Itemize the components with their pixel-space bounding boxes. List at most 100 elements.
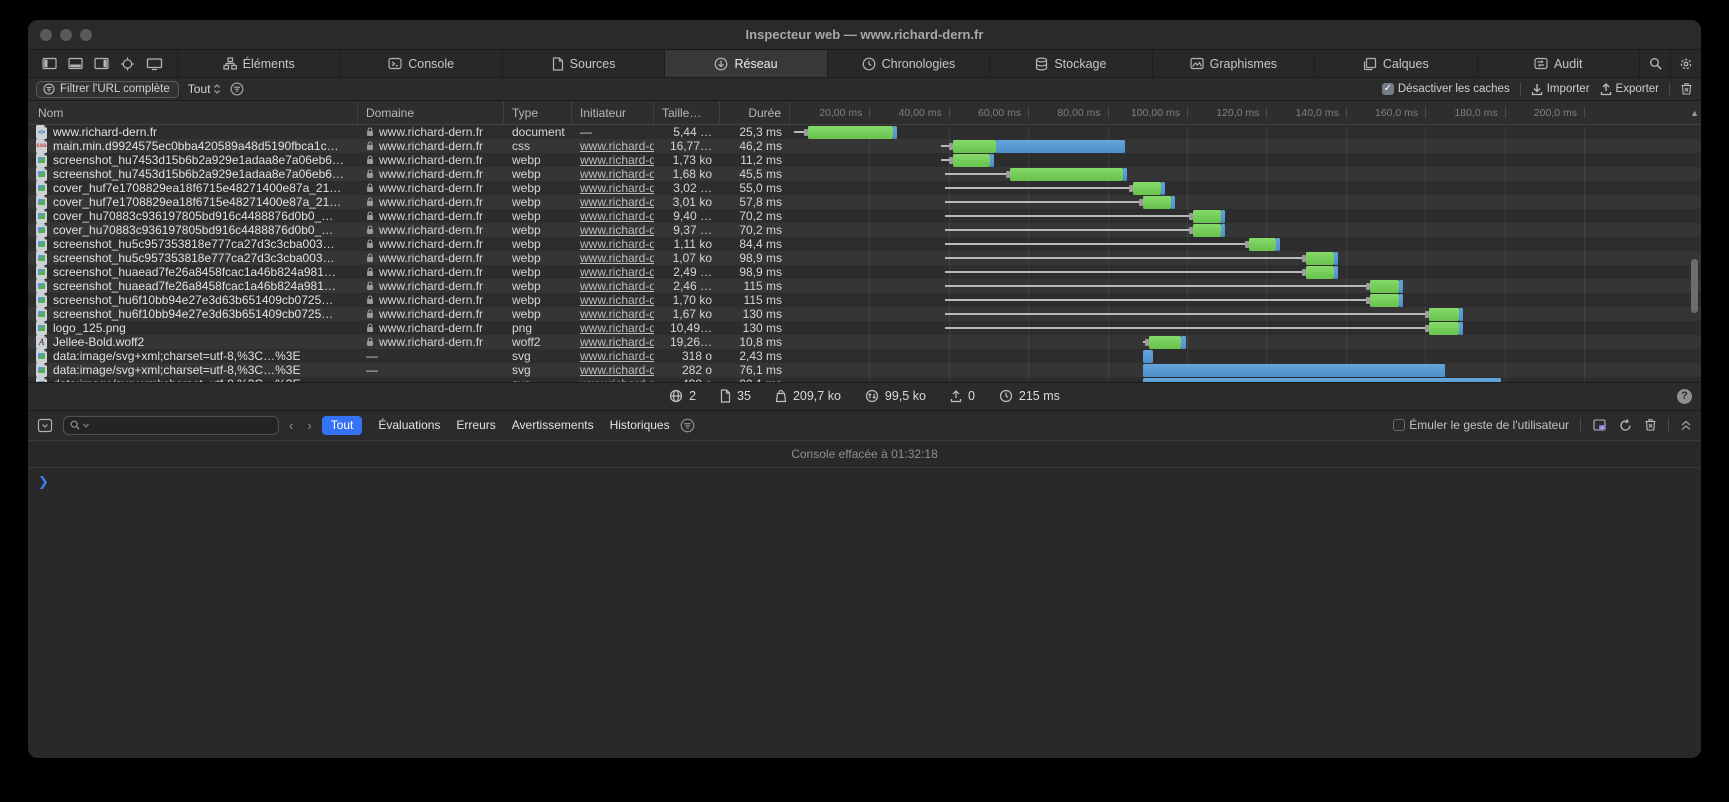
element-picker-icon[interactable]	[120, 57, 135, 71]
waterfall-response-segment[interactable]	[953, 154, 991, 167]
waterfall-download-segment[interactable]	[1334, 252, 1338, 265]
dock-right-icon[interactable]	[94, 57, 109, 70]
help-icon[interactable]: ?	[1677, 389, 1692, 404]
console-filter-avertissements[interactable]: Avertissements	[512, 418, 594, 432]
network-request-row[interactable]: data:image/svg+xml;charset=utf-8,%3C…%3E…	[28, 363, 1701, 377]
waterfall-response-segment[interactable]	[1429, 308, 1459, 321]
network-request-row[interactable]: screenshot_hu5c957353818e777ca27d3c3cba0…	[28, 251, 1701, 265]
tab-chronologies[interactable]: Chronologies	[827, 50, 989, 77]
network-request-row[interactable]: screenshot_huaead7fe26a8458fcac1a46b824a…	[28, 279, 1701, 293]
waterfall-download-segment[interactable]	[1143, 364, 1445, 377]
network-request-row[interactable]: screenshot_huaead7fe26a8458fcac1a46b824a…	[28, 265, 1701, 279]
tab-calques[interactable]: Calques	[1314, 50, 1476, 77]
tab-console[interactable]: Console	[339, 50, 501, 77]
console-filter-tout[interactable]: Tout	[322, 416, 363, 435]
network-request-row[interactable]: <>www.richard-dern.frwww.richard-dern.fr…	[28, 125, 1701, 139]
waterfall-download-segment[interactable]	[1276, 238, 1280, 251]
disable-caches-checkbox[interactable]: ✓ Désactiver les caches	[1382, 83, 1510, 95]
waterfall-download-segment[interactable]	[1161, 182, 1165, 195]
tab-audit[interactable]: Audit	[1477, 50, 1639, 77]
waterfall-download-segment[interactable]	[1221, 224, 1225, 237]
emulate-user-gesture-checkbox[interactable]: Émuler le geste de l'utilisateur	[1393, 418, 1569, 432]
initiator-link[interactable]: www.richard-d…	[580, 195, 654, 209]
tab-elements[interactable]: Éléments	[177, 50, 339, 77]
waterfall-download-segment[interactable]	[1181, 336, 1186, 349]
waterfall-waiting-segment[interactable]	[945, 243, 1249, 245]
initiator-link[interactable]: www.richard-d…	[580, 321, 654, 335]
console-collapse-icon[interactable]	[37, 418, 53, 433]
network-request-row[interactable]: AJellee-Bold.woff2www.richard-dern.frwof…	[28, 335, 1701, 349]
waterfall-download-segment[interactable]	[1221, 210, 1225, 223]
column-header-initiateur[interactable]: Initiateur	[572, 101, 654, 124]
network-request-row[interactable]: data:image/svg+xml;charset=utf-8,%3C…%3E…	[28, 349, 1701, 363]
initiator-link[interactable]: www.richard-d…	[580, 139, 654, 153]
waterfall-waiting-segment[interactable]	[945, 187, 1134, 189]
column-header-duree[interactable]: Durée	[720, 101, 790, 124]
network-request-row[interactable]: logo_125.pngwww.richard-dern.frpngwww.ri…	[28, 321, 1701, 335]
console-prompt-row[interactable]: ❯	[28, 468, 1701, 759]
console-filter-erreurs[interactable]: Erreurs	[456, 418, 495, 432]
waterfall-download-segment[interactable]	[1143, 350, 1153, 363]
tab-sources[interactable]: Sources	[502, 50, 664, 77]
waterfall-download-segment[interactable]	[1399, 280, 1403, 293]
waterfall-response-segment[interactable]	[1370, 280, 1400, 293]
waterfall-download-segment[interactable]	[1123, 168, 1127, 181]
network-request-row[interactable]: cover_huf7e1708829ea18f6715e48271400e87a…	[28, 195, 1701, 209]
waterfall-download-segment[interactable]	[1171, 196, 1175, 209]
waterfall-response-segment[interactable]	[1133, 182, 1161, 195]
export-button[interactable]: Exporter	[1600, 83, 1659, 96]
waterfall-waiting-segment[interactable]	[945, 229, 1193, 231]
tab-graphismes[interactable]: Graphismes	[1152, 50, 1314, 77]
waterfall-download-segment[interactable]	[893, 126, 897, 139]
column-header-type[interactable]: Type	[504, 101, 572, 124]
waterfall-waiting-segment[interactable]	[945, 215, 1193, 217]
waterfall-response-segment[interactable]	[1193, 224, 1221, 237]
clear-console-trash-icon[interactable]	[1644, 418, 1657, 432]
waterfall-download-segment[interactable]	[1459, 308, 1463, 321]
network-request-row[interactable]: screenshot_hu6f10bb94e27e3d63b651409cb07…	[28, 293, 1701, 307]
resource-type-dropdown[interactable]: Tout	[188, 82, 222, 96]
waterfall-download-segment[interactable]	[996, 140, 1125, 153]
waterfall-waiting-segment[interactable]	[945, 285, 1370, 287]
console-search-input[interactable]	[92, 419, 272, 431]
initiator-link[interactable]: www.richard-d…	[580, 223, 654, 237]
initiator-link[interactable]: www.richard-d…	[580, 293, 654, 307]
waterfall-response-segment[interactable]	[1143, 196, 1171, 209]
column-header-domaine[interactable]: Domaine	[358, 101, 504, 124]
waterfall-waiting-segment[interactable]	[945, 299, 1370, 301]
waterfall-download-segment[interactable]	[990, 154, 994, 167]
scrollbar-up-arrow[interactable]: ▲	[1690, 101, 1699, 124]
initiator-link[interactable]: www.richard-d…	[580, 237, 654, 251]
next-result-button[interactable]: ›	[307, 418, 311, 433]
initiator-link[interactable]: www.richard-d…	[580, 181, 654, 195]
initiator-link[interactable]: www.richard-d…	[580, 307, 654, 321]
expand-console-icon[interactable]	[1680, 419, 1692, 432]
waterfall-response-segment[interactable]	[1306, 266, 1334, 279]
initiator-link[interactable]: www.richard-d…	[580, 265, 654, 279]
js-context-icon[interactable]: JS	[1592, 418, 1607, 433]
filter-url-button[interactable]: Filtrer l'URL complète	[36, 81, 179, 98]
waterfall-download-segment[interactable]	[1399, 294, 1403, 307]
waterfall-response-segment[interactable]	[1010, 168, 1123, 181]
waterfall-download-segment[interactable]	[1334, 266, 1338, 279]
waterfall-response-segment[interactable]	[1429, 322, 1459, 335]
column-header-nom[interactable]: Nom	[28, 101, 358, 124]
waterfall-response-segment[interactable]	[1149, 336, 1181, 349]
waterfall-response-segment[interactable]	[1249, 238, 1277, 251]
waterfall-response-segment[interactable]	[808, 126, 893, 139]
network-request-row[interactable]: cover_huf7e1708829ea18f6715e48271400e87a…	[28, 181, 1701, 195]
tab-reseau[interactable]: Réseau	[664, 50, 826, 77]
tab-stockage[interactable]: Stockage	[989, 50, 1151, 77]
waterfall-download-segment[interactable]	[1143, 378, 1500, 382]
dock-left-icon[interactable]	[42, 57, 57, 70]
initiator-link[interactable]: www.richard-d…	[580, 363, 654, 377]
filter-options-icon[interactable]	[230, 82, 244, 96]
network-request-row[interactable]: screenshot_hu5c957353818e777ca27d3c3cba0…	[28, 237, 1701, 251]
column-header-taille[interactable]: Taille…	[654, 101, 720, 124]
waterfall-waiting-segment[interactable]	[945, 257, 1306, 259]
waterfall-response-segment[interactable]	[1306, 252, 1334, 265]
waterfall-download-segment[interactable]	[1459, 322, 1463, 335]
initiator-link[interactable]: www.richard-d…	[580, 251, 654, 265]
waterfall-waiting-segment[interactable]	[945, 201, 1144, 203]
waterfall-waiting-segment[interactable]	[945, 313, 1429, 315]
